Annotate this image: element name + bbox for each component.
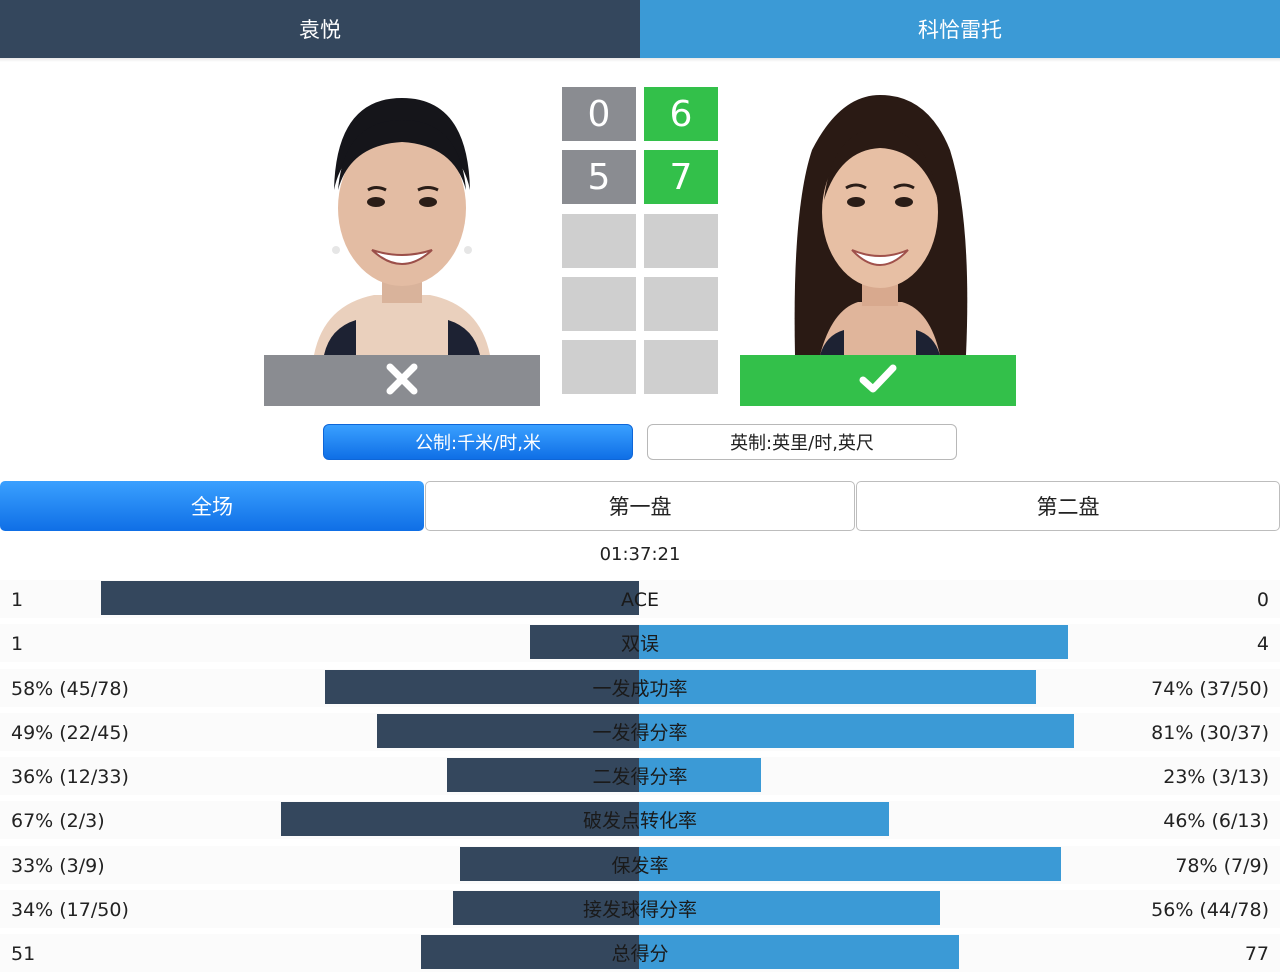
stat-row: 1 ACE 0 bbox=[0, 578, 1280, 622]
player1-photo bbox=[264, 90, 540, 355]
stats-table: 1 ACE 0 1 双误 4 58% (45/78) 一发成功率 74% (37/50) 49% … bbox=[0, 578, 1280, 977]
stat-label: 一发成功率 bbox=[592, 677, 688, 700]
p1-set4-empty bbox=[562, 277, 636, 331]
tab-full-match[interactable]: 全场 bbox=[0, 481, 424, 531]
stat-value-player2: 56% (44/78) bbox=[1151, 899, 1269, 922]
stat-value-player2: 78% (7/9) bbox=[1175, 854, 1269, 877]
stat-label: ACE bbox=[621, 589, 659, 611]
p2-set1-score: 6 bbox=[644, 87, 718, 141]
player2-win-badge bbox=[740, 355, 1016, 406]
stat-row: 67% (2/3) 破发点转化率 46% (6/13) bbox=[0, 799, 1280, 843]
stat-value-player2: 81% (30/37) bbox=[1151, 721, 1269, 744]
match-header: 袁悦 科恰雷托 bbox=[0, 0, 1280, 58]
stat-row: 51 总得分 77 bbox=[0, 932, 1280, 976]
p2-set2-score: 7 bbox=[644, 150, 718, 204]
stat-value-player2: 74% (37/50) bbox=[1151, 677, 1269, 700]
stat-value-player2: 0 bbox=[1256, 589, 1269, 611]
p1-set3-empty bbox=[562, 214, 636, 268]
player2-name: 科恰雷托 bbox=[640, 0, 1280, 58]
stat-row: 1 双误 4 bbox=[0, 622, 1280, 666]
stat-label: 二发得分率 bbox=[592, 766, 688, 789]
stat-value-player2: 77 bbox=[1244, 943, 1269, 966]
p1-set5-empty bbox=[562, 340, 636, 394]
stat-label: 总得分 bbox=[611, 943, 669, 966]
close-icon bbox=[385, 362, 419, 400]
p1-set2-score: 5 bbox=[562, 150, 636, 204]
stat-label: 接发球得分率 bbox=[582, 899, 697, 922]
stat-label: 破发点转化率 bbox=[582, 810, 697, 833]
check-icon bbox=[858, 363, 898, 399]
stat-row: 36% (12/33) 二发得分率 23% (3/13) bbox=[0, 755, 1280, 799]
stat-row: 58% (45/78) 一发成功率 74% (37/50) bbox=[0, 667, 1280, 711]
player1-loss-badge bbox=[264, 355, 540, 406]
stat-value-player2: 23% (3/13) bbox=[1163, 766, 1269, 789]
stat-label: 双误 bbox=[620, 633, 659, 656]
player1-name: 袁悦 bbox=[0, 0, 640, 58]
stat-value-player2: 4 bbox=[1256, 633, 1269, 656]
tab-set-1[interactable]: 第一盘 bbox=[425, 481, 855, 531]
match-duration: 01:37:21 bbox=[599, 544, 681, 565]
stat-row: 34% (17/50) 接发球得分率 56% (44/78) bbox=[0, 888, 1280, 932]
stat-label: 保发率 bbox=[611, 854, 669, 877]
header-shadow bbox=[0, 58, 1280, 62]
p2-set3-empty bbox=[644, 214, 718, 268]
stat-row: 49% (22/45) 一发得分率 81% (30/37) bbox=[0, 711, 1280, 755]
p1-set1-score: 0 bbox=[562, 87, 636, 141]
stat-value-player2: 46% (6/13) bbox=[1163, 810, 1269, 833]
metric-units-button[interactable]: 公制:千米/时,米 bbox=[323, 424, 633, 460]
stat-label: 一发得分率 bbox=[592, 721, 688, 744]
p2-set5-empty bbox=[644, 340, 718, 394]
stat-row: 33% (3/9) 保发率 78% (7/9) bbox=[0, 844, 1280, 888]
imperial-units-button[interactable]: 英制:英里/时,英尺 bbox=[647, 424, 957, 460]
tab-set-2[interactable]: 第二盘 bbox=[856, 481, 1280, 531]
player2-photo bbox=[740, 90, 1016, 355]
p2-set4-empty bbox=[644, 277, 718, 331]
